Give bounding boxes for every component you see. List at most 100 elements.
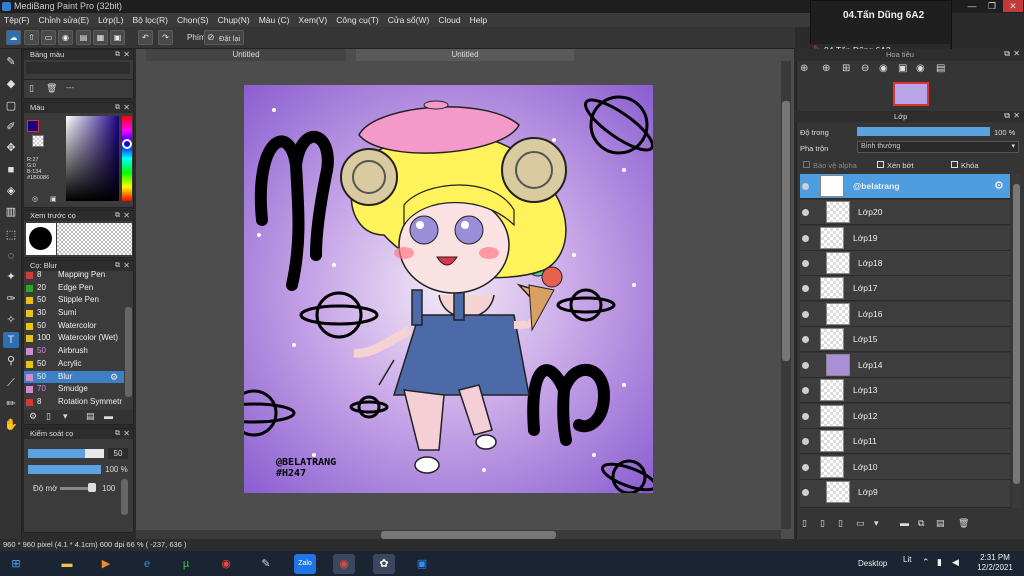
move-tool-icon[interactable]: ✥ (3, 140, 19, 156)
eye-icon[interactable] (802, 362, 809, 369)
vertical-scroll-thumb[interactable] (782, 101, 790, 361)
menu-help[interactable]: Help (470, 15, 487, 25)
merge-layer-icon[interactable]: ▭ (856, 518, 865, 529)
eyedropper-icon[interactable]: ⚲ (3, 353, 19, 369)
layer-row[interactable]: Lớp17 (800, 276, 1010, 302)
medibang-icon[interactable]: ✿ (373, 554, 395, 574)
media-player-icon[interactable]: ▶ (95, 554, 117, 574)
close-icon[interactable]: ✕ (123, 103, 130, 113)
gradient-tool-icon[interactable]: ▥ (3, 204, 19, 220)
grid-icon[interactable]: ▦ (93, 30, 108, 45)
bucket-tool-icon[interactable]: ◈ (3, 183, 19, 199)
dock-icon[interactable]: ⧉ (115, 211, 120, 221)
redo-icon[interactable]: ↷ (158, 30, 173, 45)
eye-icon[interactable] (802, 260, 809, 267)
menu-window[interactable]: Cửa sổ(W) (388, 15, 430, 25)
chrome-active-icon[interactable]: ◉ (333, 554, 355, 574)
brush-item[interactable]: 50 Stipple Pen (24, 294, 124, 307)
menu-snap[interactable]: Chụp(N) (218, 15, 250, 25)
reset-button[interactable]: ⊘ Đặt lại (204, 30, 244, 45)
layer-row[interactable]: Lớp19 (800, 226, 1010, 252)
layer-row[interactable]: Lớp13 (800, 378, 1010, 404)
windows-start-icon[interactable]: ⊞ (5, 554, 27, 574)
paint-icon[interactable]: ✎ (255, 554, 277, 574)
zoom-out-icon[interactable]: ⊖ (861, 63, 869, 74)
clock[interactable]: 2:31 PM 12/2/2021 (972, 553, 1018, 573)
layer-row[interactable]: Lớp12 (800, 404, 1010, 430)
new-brush-icon[interactable]: ▯ (46, 411, 51, 422)
eye-icon[interactable] (802, 438, 809, 445)
brush-item[interactable]: 100 Watercolor (Wet) (24, 332, 124, 345)
brush-item[interactable]: 50 Acrylic (24, 358, 124, 371)
folder-icon[interactable]: ▬ (900, 518, 909, 528)
color-picker-square[interactable] (66, 116, 119, 201)
eye-icon[interactable] (802, 311, 809, 318)
layer-row[interactable]: Lớp16 (800, 302, 1010, 328)
menu-view[interactable]: Xem(V) (298, 15, 327, 25)
dock-icon[interactable]: ⧉ (115, 50, 120, 60)
brush-item[interactable]: 30 Sumi (24, 307, 124, 320)
tile-icon[interactable]: ▣ (110, 30, 125, 45)
brush-list-scrollbar[interactable] (125, 307, 132, 397)
layer-scroll-thumb[interactable] (1013, 184, 1020, 484)
zoom-in-icon[interactable]: ⊕ (800, 63, 808, 74)
clipping-checkbox[interactable] (877, 161, 884, 168)
chrome-icon[interactable]: ◉ (215, 554, 237, 574)
eye-icon[interactable] (802, 183, 809, 190)
doc-tab-2[interactable]: Untitled (356, 49, 574, 61)
menu-cloud[interactable]: Cloud (438, 15, 460, 25)
eye-icon[interactable] (802, 209, 809, 216)
brush-item[interactable]: 8 Rotation Symmetr (24, 396, 124, 409)
pen-small-icon[interactable]: ✏ (3, 396, 19, 412)
hue-handle[interactable] (122, 139, 132, 149)
eraser-tool-icon[interactable]: ◆ (3, 76, 19, 92)
brush-control-scrollbar[interactable] (121, 479, 128, 515)
minimize-button[interactable]: — (962, 0, 982, 12)
lock-checkbox[interactable] (951, 161, 958, 168)
close-icon[interactable]: ✕ (123, 261, 130, 271)
pen-tool-icon[interactable]: ✐ (3, 119, 19, 135)
layer-row[interactable]: Lớp10 (800, 455, 1010, 481)
doc-tab-1[interactable]: Untitled (146, 49, 346, 61)
brush-item[interactable]: 70 Smudge (24, 383, 124, 396)
menu-select[interactable]: Chọn(S) (177, 15, 209, 25)
brush-item-selected[interactable]: 50 Blur ⚙ (24, 370, 124, 384)
dock-icon[interactable]: ⧉ (1004, 49, 1010, 59)
density-handle[interactable] (88, 483, 96, 492)
brush-item[interactable]: 50 Watercolor (24, 320, 124, 333)
blend-mode-select[interactable]: Bình thường ▾ (857, 141, 1019, 153)
hand-tool-icon[interactable]: ✋ (3, 417, 19, 433)
maximize-button[interactable]: ❐ (982, 0, 1002, 12)
protect-alpha-checkbox[interactable] (803, 161, 810, 168)
menu-tools[interactable]: Công cụ(T) (336, 15, 379, 25)
eye-icon[interactable] (802, 489, 809, 496)
layer-scrollbar[interactable] (1012, 174, 1021, 508)
brush-size-value[interactable]: 50 (108, 448, 128, 459)
layer-row[interactable]: Lớp14 (800, 353, 1010, 379)
language-indicator[interactable]: Lit (903, 555, 911, 564)
dock-icon[interactable]: ⧉ (115, 429, 120, 439)
vertical-scrollbar[interactable] (781, 61, 791, 529)
new-palette-icon[interactable]: ▯ (29, 83, 34, 94)
close-icon[interactable]: ✕ (123, 211, 130, 221)
brush-menu-icon[interactable]: ▾ (63, 411, 68, 422)
gear-icon[interactable]: ⚙ (110, 371, 118, 384)
chevron-up-icon[interactable]: ⌃ (922, 557, 930, 568)
color-option-icon-2[interactable]: ▣ (50, 195, 57, 203)
menu-file[interactable]: Tệp(F) (4, 15, 30, 25)
text-tool-icon[interactable]: T (3, 332, 19, 348)
close-icon[interactable]: ✕ (1013, 49, 1020, 58)
layer-row[interactable]: Lớp11 (800, 429, 1010, 455)
brush-copy-icon[interactable]: ▤ (86, 411, 95, 422)
new-layer-icon[interactable]: ▯ (802, 518, 807, 529)
rotate-left-icon[interactable]: ◉ (879, 63, 888, 74)
brush-item[interactable]: 8 Mapping Pen (24, 269, 124, 282)
lock-view-icon[interactable]: ▤ (936, 63, 945, 74)
flip-icon[interactable]: ▣ (898, 63, 907, 74)
brush-size-slider[interactable] (28, 449, 104, 458)
foreground-color-swatch[interactable] (27, 120, 39, 132)
gear-icon[interactable]: ⚙ (994, 179, 1004, 192)
brush-item[interactable]: 20 Edge Pen (24, 282, 124, 295)
brush-tool-icon[interactable]: ✎ (3, 54, 19, 70)
chat-icon[interactable]: ◉ (58, 30, 73, 45)
